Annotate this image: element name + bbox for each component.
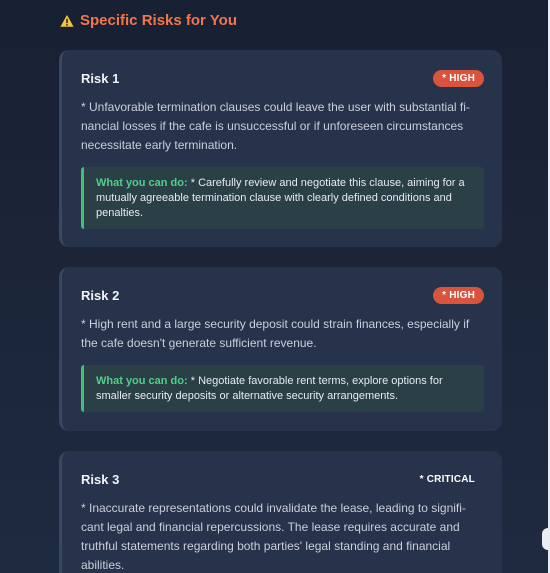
risk-description: * Inaccurate representations could inval… — [81, 501, 466, 572]
risk-card-header: Risk 3 * CRITICAL — [81, 469, 484, 489]
section-title: Specific Risks for You — [80, 12, 237, 29]
risk-card-3: Risk 3 * CRITICAL * Inaccurate represent… — [59, 451, 502, 573]
warning-icon — [60, 14, 74, 27]
action-label: What you can do: — [96, 177, 188, 189]
risk-title: Risk 2 — [81, 287, 120, 303]
risk-title: Risk 3 — [81, 471, 120, 487]
scrollbar-thumb[interactable] — [542, 528, 548, 550]
severity-badge: * HIGH — [433, 69, 484, 87]
severity-badge: * CRITICAL — [419, 473, 475, 485]
risk-description: * Unfavorable termination clauses could … — [81, 100, 470, 152]
action-box: What you can do: * Carefully review and … — [81, 167, 484, 229]
action-box: What you can do: * Negotiate favorable r… — [81, 365, 484, 412]
risk-card-1: Risk 1 * HIGH * Unfavorable termination … — [59, 50, 502, 247]
risk-title: Risk 1 — [81, 70, 120, 86]
risks-panel: Specific Risks for You Risk 1 * HIGH * U… — [0, 0, 550, 573]
severity-badge: * HIGH — [433, 286, 484, 304]
risk-description: * High rent and a large security deposit… — [81, 317, 470, 350]
action-label: What you can do: — [96, 375, 188, 387]
risk-card-2: Risk 2 * HIGH * High rent and a large se… — [59, 267, 502, 431]
risk-card-header: Risk 1 * HIGH — [81, 68, 484, 88]
risk-card-header: Risk 2 * HIGH — [81, 285, 484, 305]
section-header: Specific Risks for You — [60, 12, 237, 29]
